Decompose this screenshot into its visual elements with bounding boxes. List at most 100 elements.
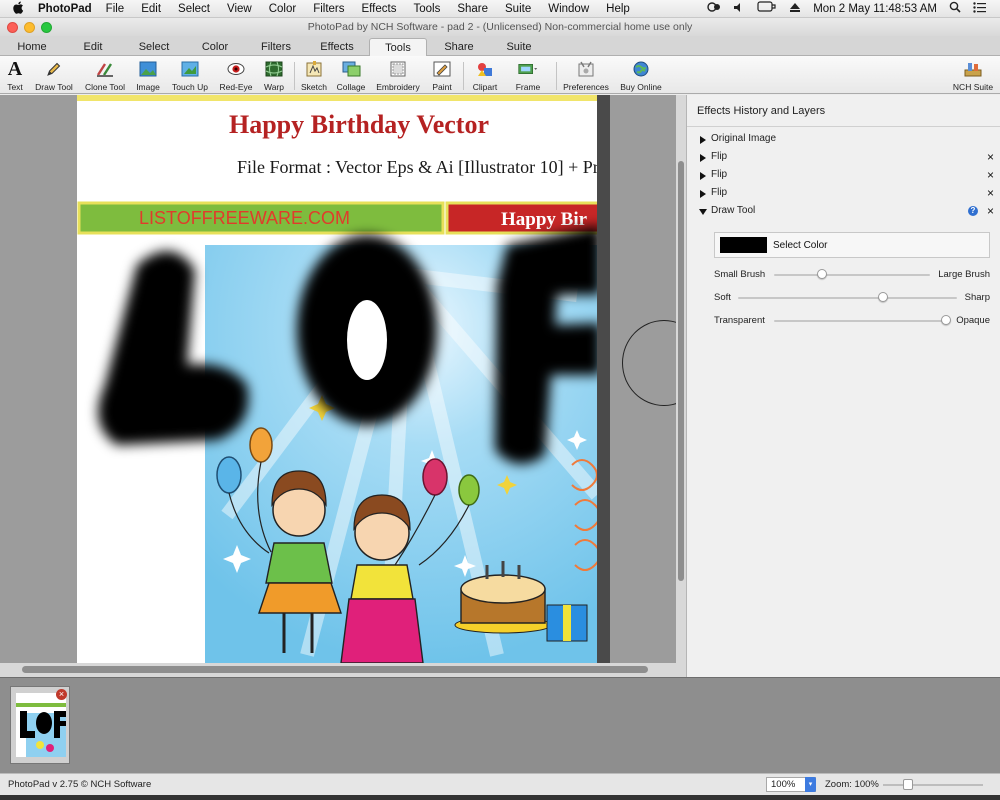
screen: PhotoPad File Edit Select View Color Fil…	[0, 0, 1000, 800]
zoom-select[interactable]: 100% ▾	[766, 777, 816, 792]
clone-stamp-icon	[95, 59, 115, 79]
menu-suite[interactable]: Suite	[505, 3, 531, 15]
expand-arrow-icon[interactable]	[700, 172, 706, 180]
text-icon: A	[7, 58, 23, 80]
remove-layer-icon[interactable]: ×	[987, 166, 994, 184]
layer-item[interactable]: Flip ×	[687, 166, 1000, 184]
close-window-button[interactable]	[7, 22, 18, 33]
warp-button[interactable]: Warp	[260, 59, 288, 93]
tab-share[interactable]: Share	[432, 38, 486, 56]
layer-item[interactable]: Flip ×	[687, 148, 1000, 166]
menu-file[interactable]: File	[106, 3, 125, 15]
sketch-button[interactable]: Sketch	[298, 59, 330, 93]
app-name-menu[interactable]: PhotoPad	[38, 3, 92, 15]
layer-item[interactable]: Original Image	[687, 130, 1000, 148]
menu-filters[interactable]: Filters	[313, 3, 344, 15]
slider-knob[interactable]	[817, 269, 828, 279]
brush-size-slider[interactable]: Small Brush Large Brush	[714, 267, 990, 283]
apple-icon[interactable]	[0, 1, 38, 17]
zoom-slider-knob[interactable]	[903, 779, 913, 790]
menu-window[interactable]: Window	[548, 3, 589, 15]
collage-label: Collage	[336, 82, 366, 92]
slider-knob[interactable]	[941, 315, 952, 325]
embroidery-icon	[388, 59, 408, 79]
remove-layer-icon[interactable]: ×	[987, 184, 994, 202]
slider-track[interactable]	[774, 274, 930, 276]
menu-effects[interactable]: Effects	[362, 3, 397, 15]
slider-knob[interactable]	[877, 292, 888, 302]
tab-tools[interactable]: Tools	[369, 38, 427, 56]
collage-button[interactable]: Collage	[334, 59, 368, 93]
tab-home[interactable]: Home	[6, 38, 58, 56]
nch-suite-icon	[963, 59, 983, 79]
horizontal-scrollbar[interactable]	[0, 663, 676, 677]
slider-track[interactable]	[774, 320, 950, 322]
finder-icon[interactable]	[707, 1, 721, 16]
image-thumbnail[interactable]: ×	[10, 686, 70, 764]
menubar-clock[interactable]: Mon 2 May 11:48:53 AM	[813, 3, 937, 15]
clone-tool-button[interactable]: Clone Tool	[82, 59, 128, 93]
tab-select[interactable]: Select	[126, 38, 182, 56]
vertical-scrollbar-thumb[interactable]	[678, 161, 684, 581]
tab-edit[interactable]: Edit	[66, 38, 120, 56]
version-text: PhotoPad v 2.75 © NCH Software	[8, 779, 152, 790]
slider-min-label: Small Brush	[714, 269, 766, 280]
image-work-area[interactable]: Happy Birthday Vector File Format : Vect…	[0, 95, 706, 677]
remove-layer-icon[interactable]: ×	[987, 202, 994, 220]
buy-online-button[interactable]: Buy Online	[618, 59, 664, 93]
menu-share[interactable]: Share	[457, 3, 488, 15]
expand-arrow-icon[interactable]	[700, 136, 706, 144]
volume-icon[interactable]	[733, 2, 745, 16]
tab-effects[interactable]: Effects	[308, 38, 366, 56]
opacity-slider[interactable]: Transparent Opaque	[714, 313, 990, 329]
paint-label: Paint	[432, 82, 452, 92]
image-tool-button[interactable]: Image	[134, 59, 162, 93]
menu-tools[interactable]: Tools	[413, 3, 440, 15]
tab-filters[interactable]: Filters	[248, 38, 304, 56]
layer-item[interactable]: Flip ×	[687, 184, 1000, 202]
draw-tool-button[interactable]: Draw Tool	[32, 59, 76, 93]
expand-arrow-icon[interactable]	[700, 190, 706, 198]
softness-slider[interactable]: Soft Sharp	[714, 290, 990, 306]
menu-view[interactable]: View	[227, 3, 252, 15]
frame-label: Frame	[515, 82, 541, 92]
expand-arrow-icon[interactable]	[700, 154, 706, 162]
paint-button[interactable]: Paint	[428, 59, 456, 93]
close-image-icon[interactable]: ×	[56, 689, 67, 700]
notification-center-icon[interactable]	[973, 1, 986, 16]
red-eye-button[interactable]: Red-Eye	[218, 59, 254, 93]
zoom-window-button[interactable]	[41, 22, 52, 33]
tools-toolbar: A Text Draw Tool Clone Tool Image Touch …	[0, 56, 1000, 94]
zoom-label: Zoom: 100%	[825, 779, 879, 790]
menu-select[interactable]: Select	[178, 3, 210, 15]
clipart-label: Clipart	[472, 82, 498, 92]
vertical-scrollbar[interactable]	[676, 95, 686, 677]
display-icon[interactable]	[757, 1, 777, 16]
eject-icon[interactable]	[789, 2, 801, 16]
select-color-button[interactable]: Select Color	[714, 232, 990, 258]
layer-label: Draw Tool	[711, 205, 756, 216]
slider-track[interactable]	[738, 297, 957, 299]
embroidery-button[interactable]: Embroidery	[374, 59, 422, 93]
horizontal-scrollbar-thumb[interactable]	[22, 666, 648, 673]
minimize-window-button[interactable]	[24, 22, 35, 33]
text-tool-button[interactable]: A Text	[2, 59, 28, 93]
preferences-button[interactable]: Preferences	[562, 59, 610, 93]
frame-button[interactable]: Frame	[508, 59, 548, 93]
collapse-arrow-icon[interactable]	[699, 209, 707, 215]
tab-suite[interactable]: Suite	[492, 38, 546, 56]
tab-color[interactable]: Color	[188, 38, 242, 56]
zoom-slider-track[interactable]	[883, 784, 983, 786]
menu-help[interactable]: Help	[606, 3, 630, 15]
image-canvas[interactable]: Happy Birthday Vector File Format : Vect…	[77, 95, 601, 663]
clipart-button[interactable]: Clipart	[468, 59, 502, 93]
spotlight-icon[interactable]	[949, 1, 961, 16]
layer-item-draw-tool[interactable]: Draw Tool ? ×	[687, 202, 1000, 220]
chevron-updown-icon[interactable]: ▾	[805, 777, 816, 792]
nch-suite-button[interactable]: NCH Suite	[950, 59, 996, 93]
remove-layer-icon[interactable]: ×	[987, 148, 994, 166]
menu-edit[interactable]: Edit	[141, 3, 161, 15]
touch-up-button[interactable]: Touch Up	[170, 59, 210, 93]
help-icon[interactable]: ?	[968, 206, 978, 216]
menu-color[interactable]: Color	[269, 3, 296, 15]
